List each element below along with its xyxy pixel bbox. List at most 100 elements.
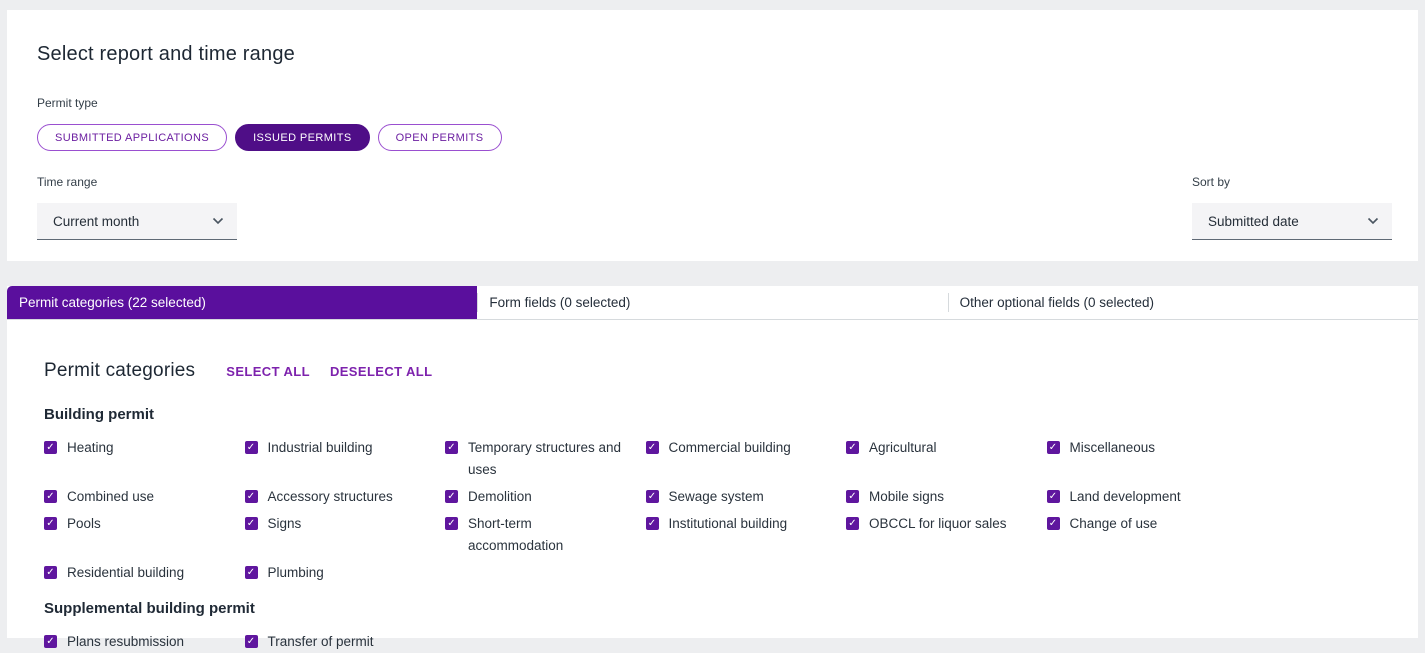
- category-checkbox-item[interactable]: ✓ Sewage system: [646, 486, 847, 508]
- page-title: Select report and time range: [37, 43, 1392, 66]
- tab[interactable]: Form fields (0 selected): [477, 286, 947, 319]
- category-label: Industrial building: [268, 437, 373, 459]
- time-range-value: Current month: [53, 214, 139, 229]
- checkbox-checked-icon[interactable]: ✓: [1047, 517, 1060, 530]
- category-checkbox-item[interactable]: ✓ Residential building: [44, 562, 245, 584]
- checkbox-checked-icon[interactable]: ✓: [245, 635, 258, 648]
- checkbox-checked-icon[interactable]: ✓: [1047, 490, 1060, 503]
- category-checkbox-item[interactable]: ✓ Temporary structures and uses: [445, 437, 646, 481]
- checkbox-checked-icon[interactable]: ✓: [44, 635, 57, 648]
- category-label: Temporary structures and uses: [468, 437, 628, 481]
- category-label: Change of use: [1070, 513, 1158, 535]
- category-label: Accessory structures: [268, 486, 393, 508]
- checkbox-checked-icon[interactable]: ✓: [445, 490, 458, 503]
- sort-by-select[interactable]: Submitted date: [1192, 203, 1392, 240]
- category-checkbox-item[interactable]: ✓ Heating: [44, 437, 245, 459]
- sort-by-value: Submitted date: [1208, 214, 1299, 229]
- category-checkbox-item[interactable]: ✓ Plans resubmission: [44, 631, 245, 653]
- permit-type-button-label: SUBMITTED APPLICATIONS: [55, 132, 209, 144]
- checkbox-checked-icon[interactable]: ✓: [846, 441, 859, 454]
- category-label: Commercial building: [669, 437, 791, 459]
- category-checkbox-item[interactable]: ✓ Miscellaneous: [1047, 437, 1248, 459]
- checkbox-checked-icon[interactable]: ✓: [245, 441, 258, 454]
- category-checkbox-item[interactable]: ✓ Change of use: [1047, 513, 1248, 535]
- checkbox-checked-icon[interactable]: ✓: [646, 490, 659, 503]
- tab[interactable]: Other optional fields (0 selected): [948, 286, 1418, 319]
- tab[interactable]: Permit categories (22 selected): [7, 286, 477, 319]
- deselect-all-link[interactable]: DESELECT ALL: [330, 364, 433, 379]
- report-settings-card: Select report and time range Permit type…: [7, 10, 1418, 261]
- tab-label: Permit categories (22 selected): [19, 295, 206, 310]
- checkbox-checked-icon[interactable]: ✓: [245, 490, 258, 503]
- time-range-label: Time range: [37, 175, 237, 189]
- category-label: Sewage system: [669, 486, 764, 508]
- checkbox-checked-icon[interactable]: ✓: [445, 517, 458, 530]
- category-label: Land development: [1070, 486, 1181, 508]
- category-label: Demolition: [468, 486, 532, 508]
- checkbox-checked-icon[interactable]: ✓: [245, 566, 258, 579]
- category-checkbox-item[interactable]: ✓ Mobile signs: [846, 486, 1047, 508]
- checkbox-checked-icon[interactable]: ✓: [1047, 441, 1060, 454]
- category-label: OBCCL for liquor sales: [869, 513, 1007, 535]
- category-checkbox-item[interactable]: ✓ Plumbing: [245, 562, 446, 584]
- checkbox-checked-icon[interactable]: ✓: [44, 566, 57, 579]
- checkbox-checked-icon[interactable]: ✓: [44, 441, 57, 454]
- group-heading-supplemental-building-permit: Supplemental building permit: [44, 600, 1392, 617]
- category-checkbox-item[interactable]: ✓ Combined use: [44, 486, 245, 508]
- time-range-field: Time range Current month: [37, 175, 237, 240]
- categories-card: Permit categories (22 selected) Form fie…: [7, 286, 1418, 638]
- category-checkbox-item[interactable]: ✓ Institutional building: [646, 513, 847, 535]
- checkbox-checked-icon[interactable]: ✓: [646, 517, 659, 530]
- category-checkbox-item[interactable]: ✓ Land development: [1047, 486, 1248, 508]
- category-label: Institutional building: [669, 513, 788, 535]
- permit-type-button-label: OPEN PERMITS: [396, 132, 484, 144]
- category-checkbox-item[interactable]: ✓ Agricultural: [846, 437, 1047, 459]
- select-all-link[interactable]: SELECT ALL: [226, 364, 310, 379]
- permit-categories-panel: Permit categories SELECT ALL DESELECT AL…: [7, 320, 1418, 653]
- category-checkbox-item[interactable]: ✓ Accessory structures: [245, 486, 446, 508]
- time-range-select[interactable]: Current month: [37, 203, 237, 240]
- tab-bar: Permit categories (22 selected) Form fie…: [7, 286, 1418, 320]
- sort-by-field: Sort by Submitted date: [1192, 175, 1392, 240]
- checkbox-checked-icon[interactable]: ✓: [245, 517, 258, 530]
- checkbox-checked-icon[interactable]: ✓: [846, 517, 859, 530]
- checkbox-checked-icon[interactable]: ✓: [44, 490, 57, 503]
- checkbox-checked-icon[interactable]: ✓: [846, 490, 859, 503]
- category-label: Mobile signs: [869, 486, 944, 508]
- category-label: Combined use: [67, 486, 154, 508]
- category-label: Pools: [67, 513, 101, 535]
- tab-label: Form fields (0 selected): [489, 295, 630, 310]
- checkbox-checked-icon[interactable]: ✓: [445, 441, 458, 454]
- group-heading-building-permit: Building permit: [44, 406, 1392, 423]
- category-label: Short-term accommodation: [468, 513, 628, 557]
- category-label: Agricultural: [869, 437, 937, 459]
- permit-type-button-group: SUBMITTED APPLICATIONS ISSUED PERMITS OP…: [37, 124, 1392, 151]
- category-label: Signs: [268, 513, 302, 535]
- category-label: Transfer of permit: [268, 631, 374, 653]
- permit-type-button[interactable]: SUBMITTED APPLICATIONS: [37, 124, 227, 151]
- category-checkbox-item[interactable]: ✓ Pools: [44, 513, 245, 535]
- category-checkbox-item[interactable]: ✓ Industrial building: [245, 437, 446, 459]
- permit-type-button[interactable]: OPEN PERMITS: [378, 124, 502, 151]
- category-label: Heating: [67, 437, 114, 459]
- permit-type-label: Permit type: [37, 96, 1392, 110]
- category-label: Miscellaneous: [1070, 437, 1156, 459]
- tab-label: Other optional fields (0 selected): [960, 295, 1154, 310]
- category-checkbox-item[interactable]: ✓ Short-term accommodation: [445, 513, 646, 557]
- category-checkbox-item[interactable]: ✓ Transfer of permit: [245, 631, 446, 653]
- category-checkbox-item[interactable]: ✓ Signs: [245, 513, 446, 535]
- chevron-down-icon: [1367, 217, 1379, 225]
- category-label: Residential building: [67, 562, 184, 584]
- checkbox-checked-icon[interactable]: ✓: [44, 517, 57, 530]
- permit-type-button[interactable]: ISSUED PERMITS: [235, 124, 370, 151]
- supplemental-permit-checkbox-grid: ✓ Plans resubmission ✓ Transfer of permi…: [44, 631, 1392, 653]
- category-label: Plumbing: [268, 562, 324, 584]
- checkbox-checked-icon[interactable]: ✓: [646, 441, 659, 454]
- building-permit-checkbox-grid: ✓ Heating ✓ Industrial building ✓ Tempor…: [44, 437, 1392, 584]
- permit-type-button-label: ISSUED PERMITS: [253, 132, 352, 144]
- category-checkbox-item[interactable]: ✓ Demolition: [445, 486, 646, 508]
- category-label: Plans resubmission: [67, 631, 184, 653]
- chevron-down-icon: [212, 217, 224, 225]
- category-checkbox-item[interactable]: ✓ Commercial building: [646, 437, 847, 459]
- category-checkbox-item[interactable]: ✓ OBCCL for liquor sales: [846, 513, 1047, 535]
